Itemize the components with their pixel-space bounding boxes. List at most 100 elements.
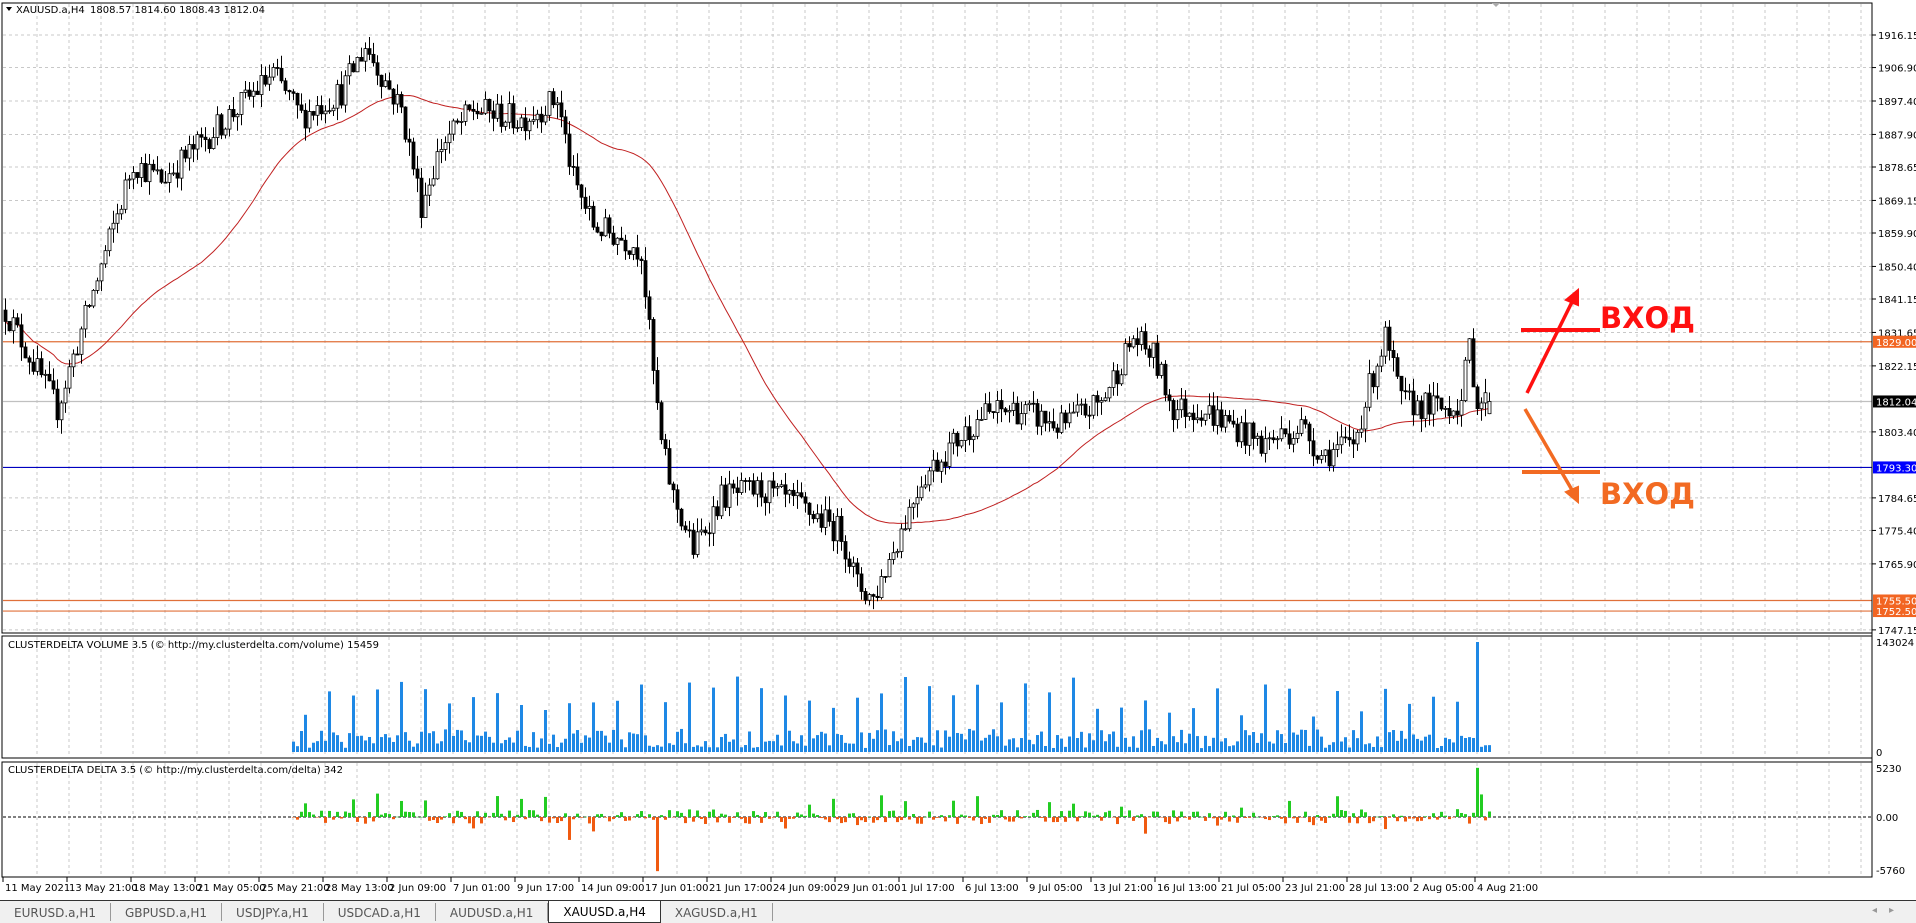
candle-bear bbox=[1063, 412, 1068, 424]
volume-bar bbox=[852, 743, 855, 752]
tab-eurusd-a-h1[interactable]: EURUSD.a,H1 bbox=[0, 903, 111, 921]
tab-xagusd-a-h1[interactable]: XAGUSD.a,H1 bbox=[661, 903, 773, 921]
delta-bar-negative bbox=[1056, 817, 1059, 822]
candle-bear bbox=[7, 321, 12, 332]
volume-bar bbox=[328, 691, 331, 752]
delta-bar-negative bbox=[984, 817, 987, 819]
delta-bar-positive bbox=[516, 814, 519, 817]
volume-bar bbox=[1052, 747, 1055, 752]
candle-bear bbox=[1287, 433, 1292, 445]
tab-gbpusd-a-h1[interactable]: GBPUSD.a,H1 bbox=[111, 903, 223, 921]
tab-xauusd-a-h4[interactable]: XAUUSD.a,H4 bbox=[548, 901, 661, 923]
candle-bear bbox=[475, 110, 480, 115]
delta-axis-max: 5230 bbox=[1876, 764, 1901, 775]
candle-bull bbox=[443, 142, 448, 150]
price-tick-label: 1822.15 bbox=[1878, 362, 1916, 373]
candle-bull bbox=[1275, 438, 1280, 441]
tab-scroll-arrows-icon[interactable]: ◂▸ bbox=[1872, 905, 1906, 916]
volume-bar bbox=[892, 731, 895, 752]
delta-bar-positive bbox=[500, 813, 503, 817]
volume-bar bbox=[728, 741, 731, 752]
delta-bar-positive bbox=[408, 812, 411, 817]
tab-audusd-a-h1[interactable]: AUDUSD.a,H1 bbox=[436, 903, 549, 921]
volume-bar bbox=[812, 738, 815, 752]
candle-bull bbox=[327, 110, 332, 113]
candle-bear bbox=[575, 166, 580, 186]
candle-bull bbox=[531, 119, 536, 122]
candle-bear bbox=[1403, 390, 1408, 393]
volume-bar bbox=[1272, 743, 1275, 752]
delta-bar-positive bbox=[1068, 810, 1071, 817]
volume-bar bbox=[1072, 677, 1075, 752]
volume-bar bbox=[332, 732, 335, 752]
delta-bar-negative bbox=[436, 817, 439, 824]
delta-bar-negative bbox=[1368, 817, 1371, 824]
candle-bear bbox=[419, 177, 424, 218]
delta-bar-positive bbox=[960, 814, 963, 817]
candle-bear bbox=[1127, 343, 1132, 348]
candle-bear bbox=[847, 558, 852, 567]
candle-bear bbox=[707, 532, 712, 535]
delta-bar-negative bbox=[588, 817, 591, 824]
delta-bar-positive bbox=[868, 816, 871, 818]
candle-bear bbox=[703, 529, 708, 534]
candle-bull bbox=[535, 113, 540, 121]
candle-bull bbox=[1451, 410, 1456, 417]
volume-bar bbox=[920, 737, 923, 752]
delta-bar-negative bbox=[1348, 817, 1351, 823]
candle-bear bbox=[299, 104, 304, 111]
candle-bull bbox=[195, 134, 200, 150]
price-tick-label: 1841.15 bbox=[1878, 295, 1916, 306]
candle-bull bbox=[1239, 422, 1244, 443]
price-tick-label: 1869.15 bbox=[1878, 196, 1916, 207]
candle-bear bbox=[399, 94, 404, 108]
candle-bear bbox=[943, 461, 948, 467]
volume-bar bbox=[1280, 734, 1283, 752]
delta-bar-negative bbox=[504, 817, 507, 821]
candle-bear bbox=[279, 67, 284, 82]
candle-bull bbox=[1335, 444, 1340, 450]
volume-bar bbox=[1356, 738, 1359, 752]
volume-bar bbox=[1320, 736, 1323, 752]
volume-bar bbox=[412, 746, 415, 752]
candle-bull bbox=[147, 163, 152, 183]
volume-bar bbox=[980, 740, 983, 752]
delta-bar-negative bbox=[836, 817, 839, 820]
volume-bar bbox=[356, 736, 359, 752]
candle-bear bbox=[747, 480, 752, 482]
candle-bear bbox=[1235, 423, 1240, 443]
trading-chart[interactable]: XAUUSD.a,H4 1808.57 1814.60 1808.43 1812… bbox=[0, 0, 1916, 900]
delta-bar-negative bbox=[884, 817, 887, 823]
candle-bull bbox=[1159, 363, 1164, 376]
delta-bar-negative bbox=[728, 817, 731, 823]
delta-bar-positive bbox=[616, 815, 619, 817]
delta-bar-positive bbox=[1128, 810, 1131, 817]
volume-bar bbox=[508, 737, 511, 752]
volume-bar bbox=[484, 731, 487, 752]
candle-bull bbox=[383, 80, 388, 87]
candle-bull bbox=[363, 48, 368, 62]
delta-bar-negative bbox=[920, 817, 923, 824]
volume-bar bbox=[1352, 730, 1355, 752]
price-tick-label: 1775.40 bbox=[1878, 526, 1916, 537]
candle-bull bbox=[63, 387, 68, 404]
volume-bar bbox=[1292, 732, 1295, 752]
delta-bar-positive bbox=[1156, 811, 1159, 817]
delta-bar-positive bbox=[1400, 815, 1403, 817]
candle-bull bbox=[79, 328, 84, 355]
delta-bar-positive bbox=[1208, 813, 1211, 817]
volume-bar bbox=[1148, 729, 1151, 752]
volume-bar bbox=[1012, 738, 1015, 752]
delta-bar-negative bbox=[692, 817, 695, 822]
delta-bar-positive bbox=[1488, 811, 1491, 817]
tab-usdjpy-a-h1[interactable]: USDJPY.a,H1 bbox=[222, 903, 324, 921]
volume-bar bbox=[1236, 741, 1239, 752]
candle-bull bbox=[243, 89, 248, 93]
volume-bar bbox=[396, 735, 399, 752]
candle-bear bbox=[55, 388, 60, 421]
candle-bull bbox=[1375, 365, 1380, 388]
delta-bar-positive bbox=[904, 801, 907, 817]
candle-bull bbox=[1359, 428, 1364, 433]
tab-usdcad-a-h1[interactable]: USDCAD.a,H1 bbox=[324, 903, 436, 921]
candle-bull bbox=[251, 90, 256, 97]
